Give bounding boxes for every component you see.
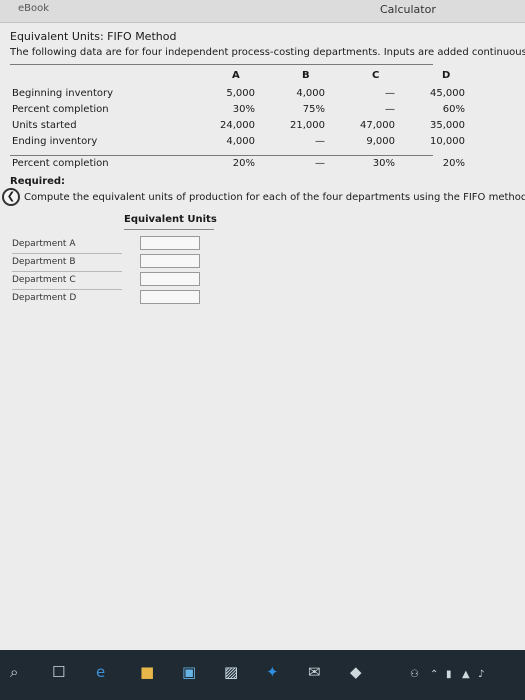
file-explorer-icon[interactable]: ■	[140, 662, 154, 682]
department-c-input[interactable]	[140, 272, 200, 286]
dropbox-icon[interactable]: ✦	[266, 662, 279, 682]
table-cell: 30%	[372, 158, 395, 169]
edge-icon[interactable]: e	[96, 662, 105, 682]
search-icon[interactable]: ⌕	[10, 662, 18, 682]
table-cell: —	[385, 88, 395, 99]
task-view-icon[interactable]: ☐	[52, 662, 65, 682]
unknown-app-icon[interactable]: ◆	[350, 662, 362, 682]
table-cell: —	[315, 158, 325, 169]
chevron-left-icon: ❮	[6, 191, 16, 202]
row-divider	[12, 253, 122, 254]
column-header-a: A	[232, 70, 240, 81]
column-header-c: C	[372, 70, 380, 81]
table-cell: 60%	[442, 104, 465, 115]
department-label: Department B	[12, 257, 76, 267]
row-divider	[12, 271, 122, 272]
table-cell: 4,000	[226, 136, 255, 147]
table-mid-rule	[10, 155, 433, 156]
people-icon[interactable]: ⚇	[410, 669, 419, 680]
department-d-input[interactable]	[140, 290, 200, 304]
department-a-input[interactable]	[140, 236, 200, 250]
table-cell: 24,000	[220, 120, 255, 131]
department-label: Department D	[12, 293, 77, 303]
table-cell: 75%	[302, 104, 325, 115]
store-icon[interactable]: ▣	[182, 662, 196, 682]
volume-icon[interactable]: ♪	[478, 669, 484, 680]
ebook-link[interactable]: eBook	[18, 3, 49, 14]
department-b-input[interactable]	[140, 254, 200, 268]
table-cell: —	[385, 104, 395, 115]
required-heading: Required:	[10, 176, 66, 187]
screen: eBook Calculator Equivalent Units: FIFO …	[0, 0, 525, 700]
network-icon[interactable]: ▲	[462, 669, 470, 680]
column-header-d: D	[442, 70, 451, 81]
table-cell: 21,000	[290, 120, 325, 131]
required-instruction: Compute the equivalent units of producti…	[24, 192, 525, 203]
row-label: Ending inventory	[12, 136, 98, 147]
department-label: Department C	[12, 275, 76, 285]
intro-text: The following data are for four independ…	[10, 47, 525, 58]
table-cell: 5,000	[226, 88, 255, 99]
row-divider	[12, 289, 122, 290]
back-button[interactable]: ❮	[2, 188, 20, 206]
calculator-link[interactable]: Calculator	[380, 3, 436, 16]
table-cell: 4,000	[296, 88, 325, 99]
chevron-up-icon[interactable]: ⌃	[430, 669, 438, 680]
row-label: Beginning inventory	[12, 88, 114, 99]
row-label: Units started	[12, 120, 77, 131]
battery-icon[interactable]: ▮	[446, 669, 452, 680]
photos-icon[interactable]: ▨	[224, 662, 238, 682]
table-cell: 9,000	[366, 136, 395, 147]
equivalent-units-header: Equivalent Units	[124, 214, 217, 225]
row-label: Percent completion	[12, 104, 109, 115]
table-top-rule	[10, 64, 433, 65]
table-cell: 30%	[232, 104, 255, 115]
page-title: Equivalent Units: FIFO Method	[10, 30, 177, 43]
table-cell: 10,000	[430, 136, 465, 147]
table-cell: 20%	[232, 158, 255, 169]
mail-icon[interactable]: ✉	[308, 662, 321, 682]
table-cell: 47,000	[360, 120, 395, 131]
table-cell: —	[315, 136, 325, 147]
department-label: Department A	[12, 239, 76, 249]
table-cell: 45,000	[430, 88, 465, 99]
row-label: Percent completion	[12, 158, 109, 169]
equivalent-units-rule	[124, 229, 214, 230]
column-header-b: B	[302, 70, 310, 81]
table-cell: 20%	[442, 158, 465, 169]
table-cell: 35,000	[430, 120, 465, 131]
top-toolbar: eBook Calculator	[0, 0, 525, 23]
